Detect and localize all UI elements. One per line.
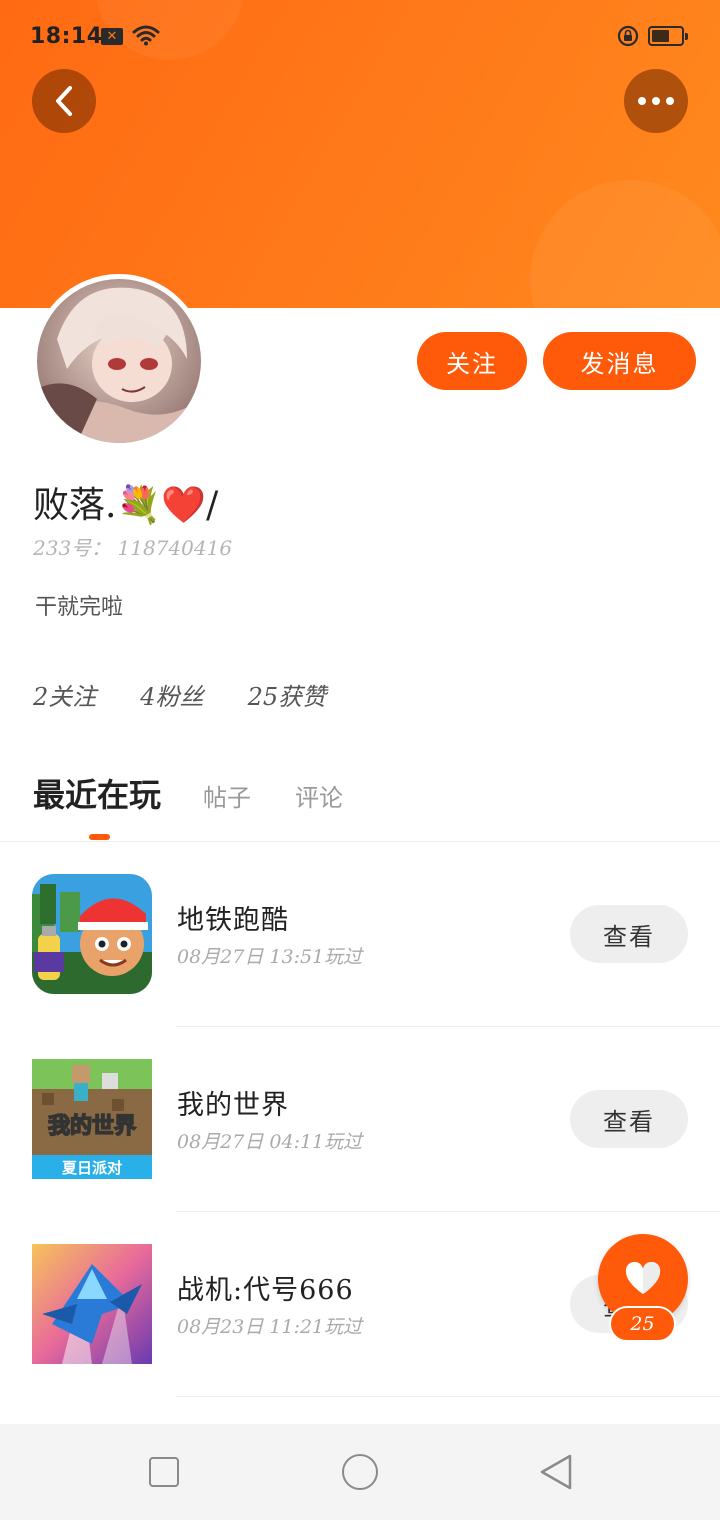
back-button[interactable] — [32, 69, 96, 133]
circle-icon[interactable] — [342, 1454, 378, 1490]
more-horizontal-icon — [638, 97, 674, 105]
tab-posts[interactable]: 帖子 — [203, 778, 251, 813]
square-icon[interactable] — [149, 1457, 179, 1487]
view-button[interactable]: 查看 — [570, 905, 688, 963]
profile-tabs: 最近在玩 帖子 评论 — [33, 770, 387, 816]
system-nav-bar — [0, 1424, 720, 1520]
minecraft-icon-subtitle: 夏日派对 — [61, 1159, 122, 1177]
more-button[interactable] — [624, 69, 688, 133]
wifi-icon — [132, 25, 160, 46]
banner-decoration — [530, 180, 720, 308]
likes-count: 25获赞 — [247, 683, 327, 711]
game-last-played: 08月27日 13:51玩过 — [177, 946, 363, 968]
send-message-button[interactable]: 发消息 — [543, 332, 696, 390]
minecraft-icon-title: 我的世界 — [48, 1113, 136, 1139]
game-name: 地铁跑酷 — [177, 905, 289, 936]
status-bar: 18:14 ✕ — [0, 0, 720, 74]
tab-recent-play[interactable]: 最近在玩 — [33, 770, 161, 816]
user-avatar — [37, 279, 201, 443]
username: 败落.💐❤️/ — [33, 485, 219, 526]
tab-indicator — [89, 834, 110, 840]
profile-stats: 2关注 4粉丝 25获赞 — [33, 677, 326, 712]
view-button[interactable]: 查看 — [570, 1090, 688, 1148]
game-last-played: 08月23日 11:21玩过 — [177, 1316, 363, 1338]
divider — [176, 1396, 720, 1397]
rotation-lock-icon — [617, 25, 639, 47]
game-icon-minecraft: 我的世界 夏日派对 — [32, 1059, 152, 1179]
message-x-icon: ✕ — [101, 28, 123, 45]
heart-icon — [625, 1262, 661, 1294]
battery-icon — [648, 26, 688, 46]
user-bio: 干就完啦 — [35, 595, 124, 620]
status-time: 18:14 — [30, 24, 103, 49]
tab-comments[interactable]: 评论 — [295, 778, 343, 813]
chevron-left-icon — [56, 86, 72, 116]
avatar[interactable] — [32, 274, 206, 448]
game-name: 战机:代号666 — [177, 1275, 354, 1306]
game-last-played: 08月27日 04:11玩过 — [177, 1131, 363, 1153]
list-item[interactable]: 地铁跑酷 08月27日 13:51玩过 查看 — [0, 842, 720, 1027]
followers-count[interactable]: 4粉丝 — [140, 677, 203, 712]
game-name: 我的世界 — [177, 1090, 289, 1121]
following-count[interactable]: 2关注 — [33, 677, 96, 712]
list-item[interactable]: 我的世界 夏日派对 我的世界 08月27日 04:11玩过 查看 — [0, 1027, 720, 1212]
game-icon-fighter-jet — [32, 1244, 152, 1364]
profile-page: 18:14 ✕ 关注 发消息 败落.💐❤️/ 233号： 118740416 干… — [0, 0, 720, 1520]
game-icon-subway-surfers — [32, 874, 152, 994]
triangle-back-icon[interactable] — [538, 1452, 574, 1492]
follow-button[interactable]: 关注 — [417, 332, 527, 390]
like-count-badge: 25 — [609, 1306, 676, 1342]
user-id: 233号： 118740416 — [33, 536, 233, 560]
